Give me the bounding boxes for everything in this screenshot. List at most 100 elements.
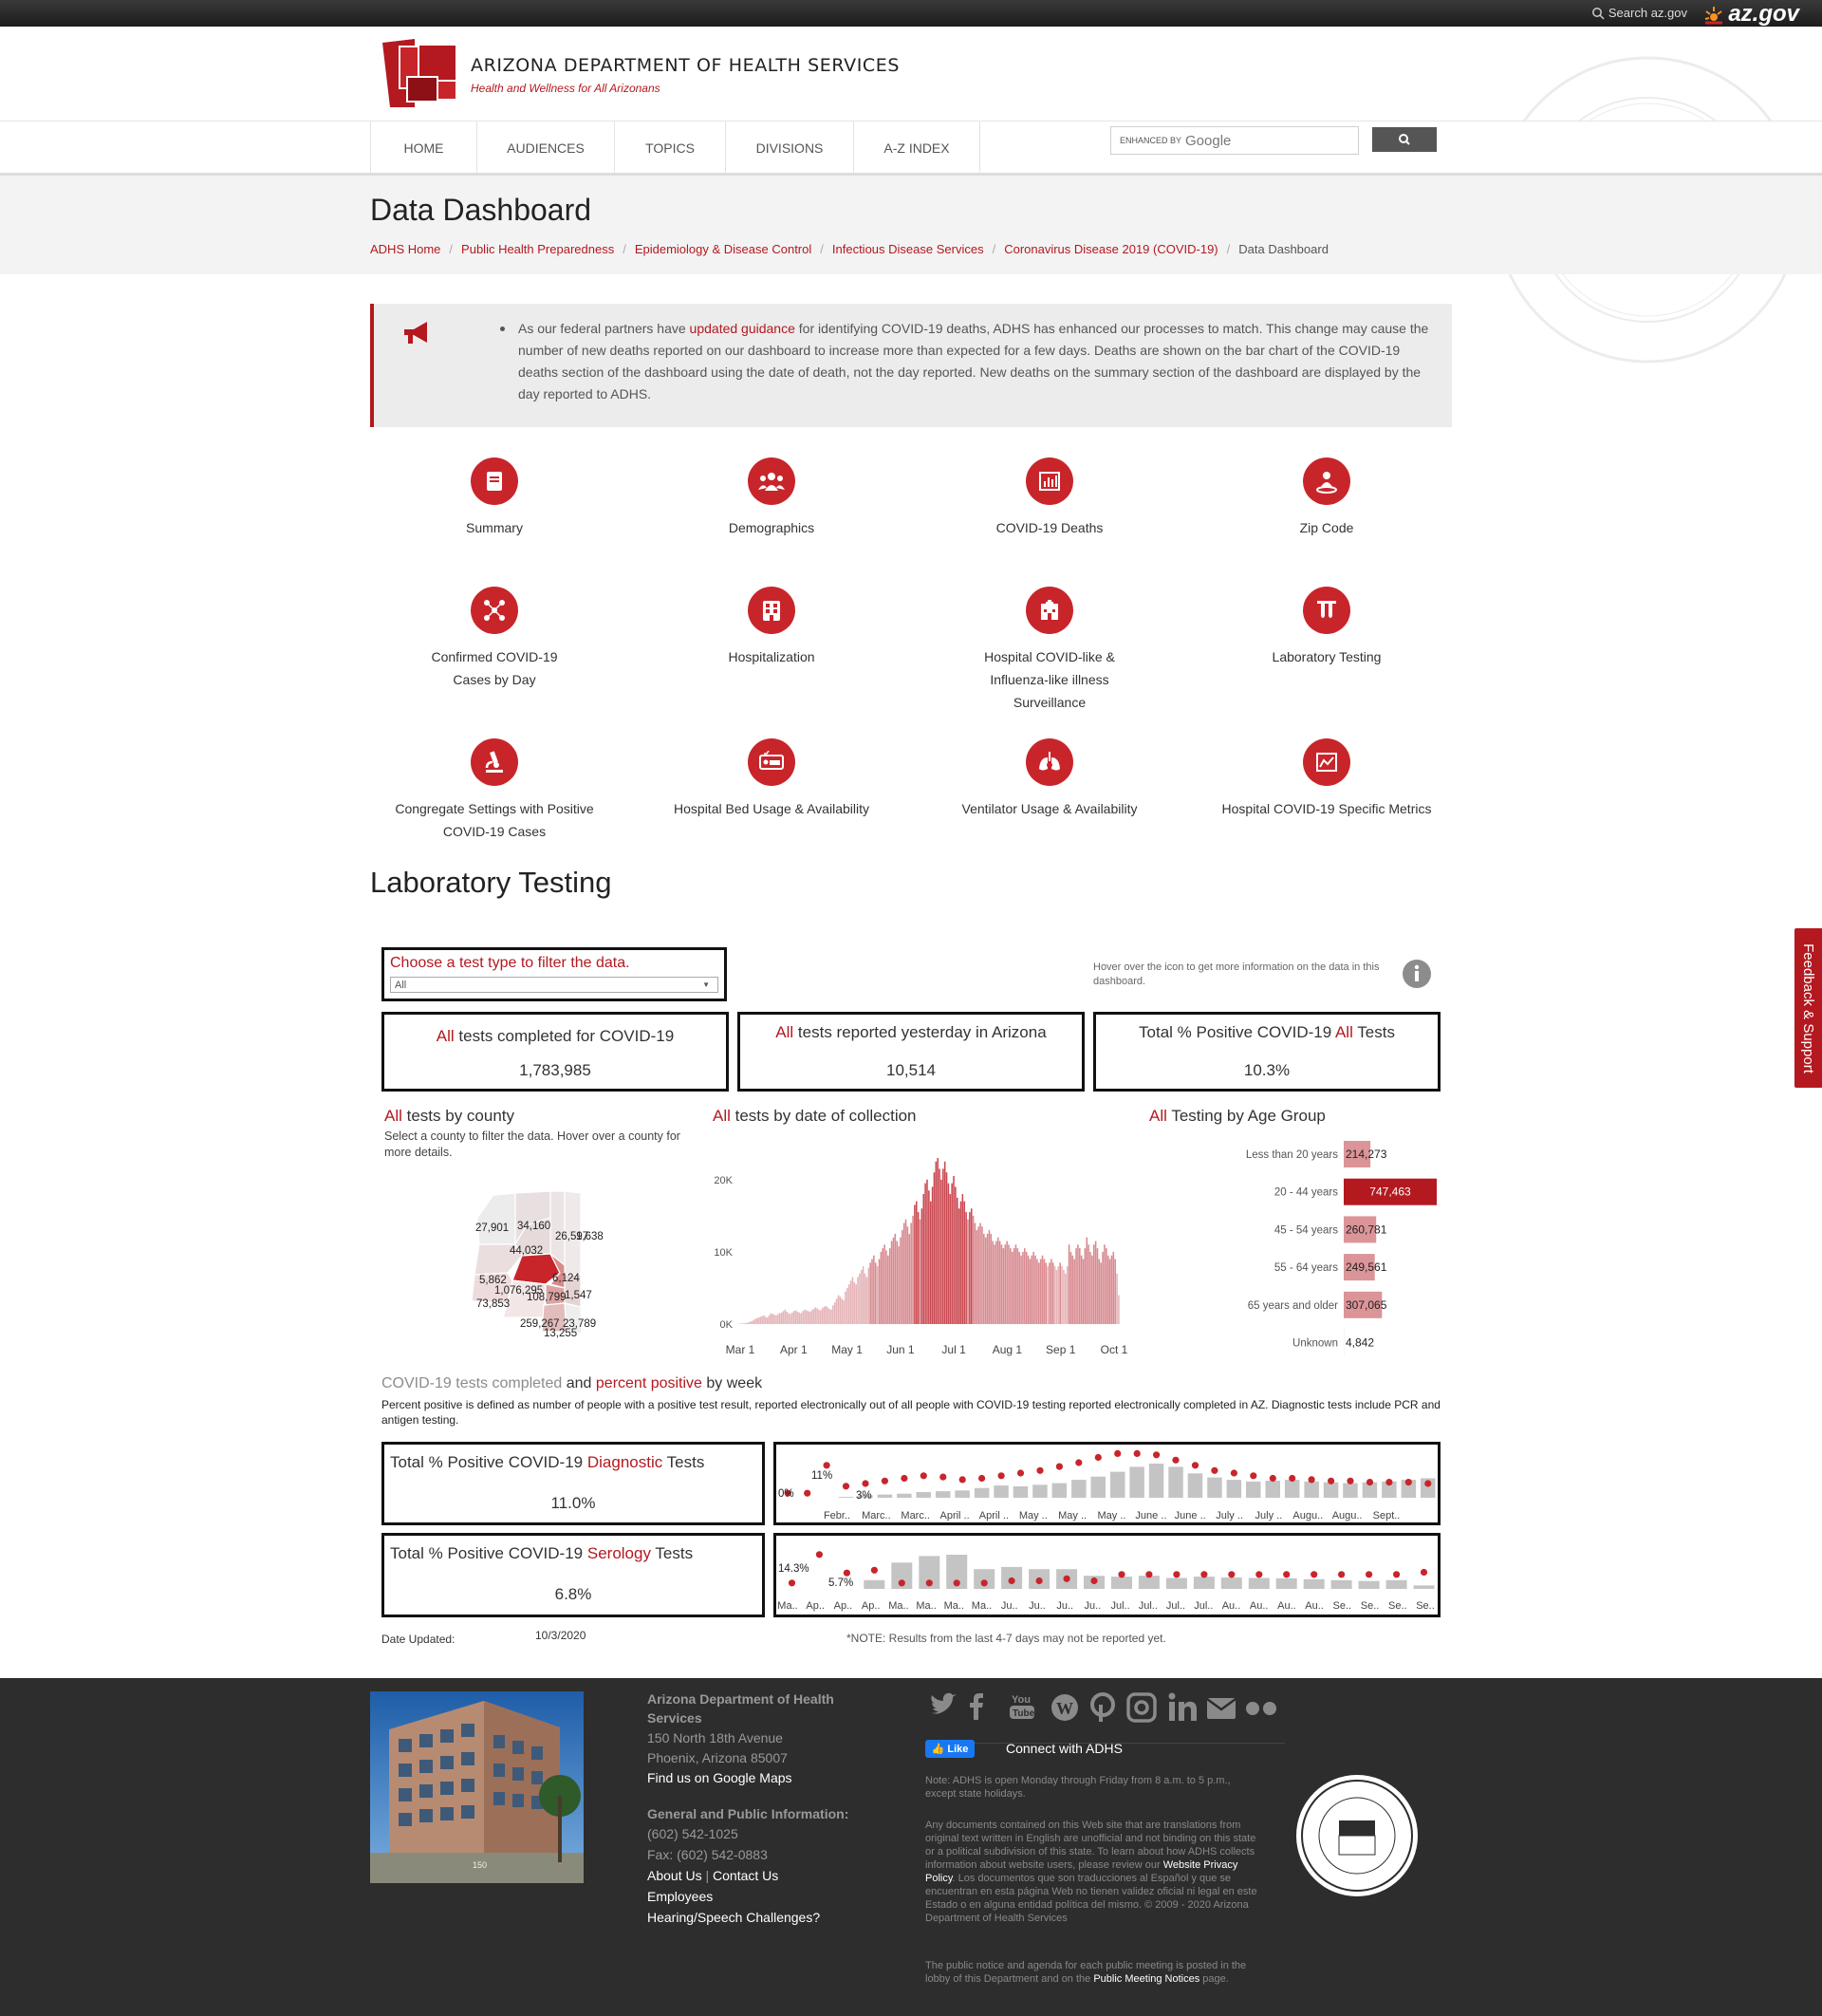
- tile-hospital-specific-metrics[interactable]: Hospital COVID-19 Specific Metrics: [1203, 738, 1450, 820]
- county-navajo[interactable]: [549, 1190, 566, 1266]
- age-category-label: 65 years and older: [1248, 1300, 1338, 1312]
- tile-label: Congregate Settings with Positive COVID-…: [395, 801, 594, 839]
- adhs-logo-icon[interactable]: [382, 39, 458, 107]
- tile-demographics[interactable]: Demographics: [648, 457, 895, 539]
- weekly-data-label: 5.7%: [828, 1577, 853, 1589]
- hearing-speech-link[interactable]: Hearing/Speech Challenges?: [647, 1910, 820, 1925]
- google-maps-link[interactable]: Find us on Google Maps: [647, 1770, 792, 1785]
- azgov-logo[interactable]: az.gov: [1703, 1, 1799, 28]
- age-group-chart[interactable]: Less than 20 years 214,273 20 - 44 years 74…: [1186, 1135, 1442, 1363]
- kpi-label-text: Tests: [650, 1544, 694, 1562]
- date-bar: [902, 1230, 903, 1324]
- employees-link[interactable]: Employees: [647, 1889, 713, 1904]
- county-mohave[interactable]: [476, 1192, 516, 1245]
- weekly-x-tick-label: Marc..: [901, 1510, 930, 1521]
- date-bar: [1079, 1248, 1081, 1324]
- weekly-test-bar: [1248, 1577, 1270, 1589]
- nav-divisions[interactable]: DIVISIONS: [725, 121, 853, 174]
- weekly-title: COVID-19 tests completed and percent pos…: [381, 1375, 762, 1392]
- arizona-county-map[interactable]: 27,901 34,160 26,597 1,638 44,032 5,862 …: [470, 1189, 622, 1341]
- search-button[interactable]: [1372, 127, 1437, 152]
- linkedin-icon[interactable]: [1168, 1692, 1198, 1722]
- search-azgov-link[interactable]: Search az.gov: [1591, 6, 1687, 20]
- info-icon[interactable]: [1402, 959, 1432, 989]
- date-bar: [1110, 1255, 1113, 1324]
- date-bar: [1055, 1269, 1058, 1324]
- tile-laboratory-testing[interactable]: Laboratory Testing: [1203, 587, 1450, 668]
- date-bar: [908, 1233, 911, 1324]
- tile-zip-code[interactable]: Zip Code: [1203, 457, 1450, 539]
- nav-az-index[interactable]: A-Z INDEX: [853, 121, 980, 174]
- youtube-icon[interactable]: You Tube: [1010, 1694, 1035, 1719]
- feedback-support-tab[interactable]: Feedback & Support: [1793, 926, 1822, 1090]
- weekly-x-tick-label: Marc..: [862, 1510, 891, 1521]
- test-type-select[interactable]: All ▼: [390, 977, 718, 993]
- feedback-label: Feedback & Support: [1800, 943, 1817, 1073]
- weekly-data-label: 14.3%: [778, 1563, 809, 1575]
- date-bar: [1050, 1259, 1052, 1324]
- tests-by-date-chart[interactable]: 0K 10K 20K Mar 1 Apr 1 May 1 Jun 1 Jul 1 Aug 1 Se…: [698, 1134, 1144, 1357]
- date-bar: [1092, 1244, 1095, 1324]
- nav-audiences[interactable]: AUDIENCES: [476, 121, 614, 174]
- date-bar: [1002, 1248, 1005, 1324]
- search-input[interactable]: ENHANCED BY Google: [1110, 126, 1359, 155]
- tile-hospitalization[interactable]: Hospitalization: [648, 587, 895, 668]
- kpi-label-text: Total % Positive COVID-19: [1139, 1023, 1335, 1041]
- county-chart-title: All tests by county: [384, 1107, 514, 1126]
- breadcrumb-public-health[interactable]: Public Health Preparedness: [461, 242, 614, 256]
- percent-positive-dot: [1311, 1571, 1318, 1578]
- date-bar: [759, 1316, 762, 1324]
- serology-weekly-chart[interactable]: Ma.. Ap.. Ap.. Ap.. Ma.. Ma.. Ma.. Ma.. Ju.. Ju..…: [776, 1536, 1438, 1615]
- wordpress-icon[interactable]: W: [1051, 1694, 1078, 1721]
- top-bar: Search az.gov az.gov: [0, 0, 1822, 27]
- weekly-x-tick-label: Se..: [1361, 1600, 1380, 1612]
- date-bar: [1061, 1266, 1063, 1324]
- email-icon[interactable]: [1206, 1697, 1236, 1719]
- about-us-link[interactable]: About Us: [647, 1868, 702, 1883]
- tile-ventilator-usage[interactable]: Ventilator Usage & Availability: [926, 738, 1173, 820]
- tile-hospital-bed-usage[interactable]: Hospital Bed Usage & Availability: [648, 738, 895, 820]
- county-value-label: 1,547: [565, 1290, 592, 1301]
- breadcrumb-adhs-home[interactable]: ADHS Home: [370, 242, 440, 256]
- pinterest-icon[interactable]: [1090, 1692, 1115, 1722]
- breadcrumb-infectious-disease[interactable]: Infectious Disease Services: [832, 242, 984, 256]
- nav-topics[interactable]: TOPICS: [614, 121, 725, 174]
- date-bar: [882, 1248, 884, 1324]
- weekly-test-bar: [1129, 1466, 1144, 1498]
- date-bar: [845, 1291, 846, 1324]
- search-azgov-label: Search az.gov: [1608, 6, 1687, 20]
- instagram-icon[interactable]: [1126, 1692, 1157, 1723]
- contact-us-link[interactable]: Contact Us: [713, 1868, 778, 1883]
- weekly-x-tick-label: April ..: [979, 1510, 1009, 1521]
- percent-positive-dot: [788, 1579, 796, 1587]
- county-value-label: 73,853: [476, 1298, 510, 1310]
- diagnostic-weekly-chart[interactable]: Febr.. Marc.. Marc.. April .. April .. May ..…: [776, 1445, 1438, 1522]
- date-bar: [910, 1223, 912, 1324]
- date-bar: [890, 1241, 893, 1324]
- public-meeting-notices-link[interactable]: Public Meeting Notices: [1093, 1973, 1199, 1985]
- facebook-like-button[interactable]: 👍 Like: [925, 1740, 975, 1758]
- nav-home[interactable]: HOME: [370, 121, 476, 174]
- date-bar: [1106, 1255, 1109, 1324]
- lungs-icon: [1026, 738, 1073, 786]
- tile-ili-surveillance[interactable]: Hospital COVID-like & Influenza-like ill…: [926, 587, 1173, 714]
- updated-guidance-link[interactable]: updated guidance: [690, 321, 795, 336]
- date-bar: [1036, 1259, 1038, 1324]
- tile-summary[interactable]: Summary: [371, 457, 618, 539]
- breadcrumb-covid19[interactable]: Coronavirus Disease 2019 (COVID-19): [1004, 242, 1218, 256]
- flickr-icon[interactable]: [1246, 1702, 1276, 1715]
- facebook-icon[interactable]: [970, 1693, 983, 1720]
- tile-congregate-settings[interactable]: Congregate Settings with Positive COVID-…: [371, 738, 618, 843]
- tile-covid-deaths[interactable]: COVID-19 Deaths: [926, 457, 1173, 539]
- filter-title: Choose a test type to filter the data.: [390, 955, 630, 971]
- twitter-icon[interactable]: [930, 1692, 957, 1714]
- date-bar: [967, 1219, 969, 1324]
- date-bar: [792, 1311, 795, 1324]
- date-bar: [865, 1277, 868, 1324]
- date-bar: [1106, 1248, 1107, 1324]
- breadcrumb-epidemiology[interactable]: Epidemiology & Disease Control: [635, 242, 811, 256]
- date-bar: [949, 1194, 952, 1324]
- footer-address-1: 150 North 18th Avenue: [647, 1730, 783, 1745]
- tile-cases-by-day[interactable]: Confirmed COVID-19 Cases by Day: [371, 587, 618, 691]
- percent-positive-dot: [920, 1472, 927, 1480]
